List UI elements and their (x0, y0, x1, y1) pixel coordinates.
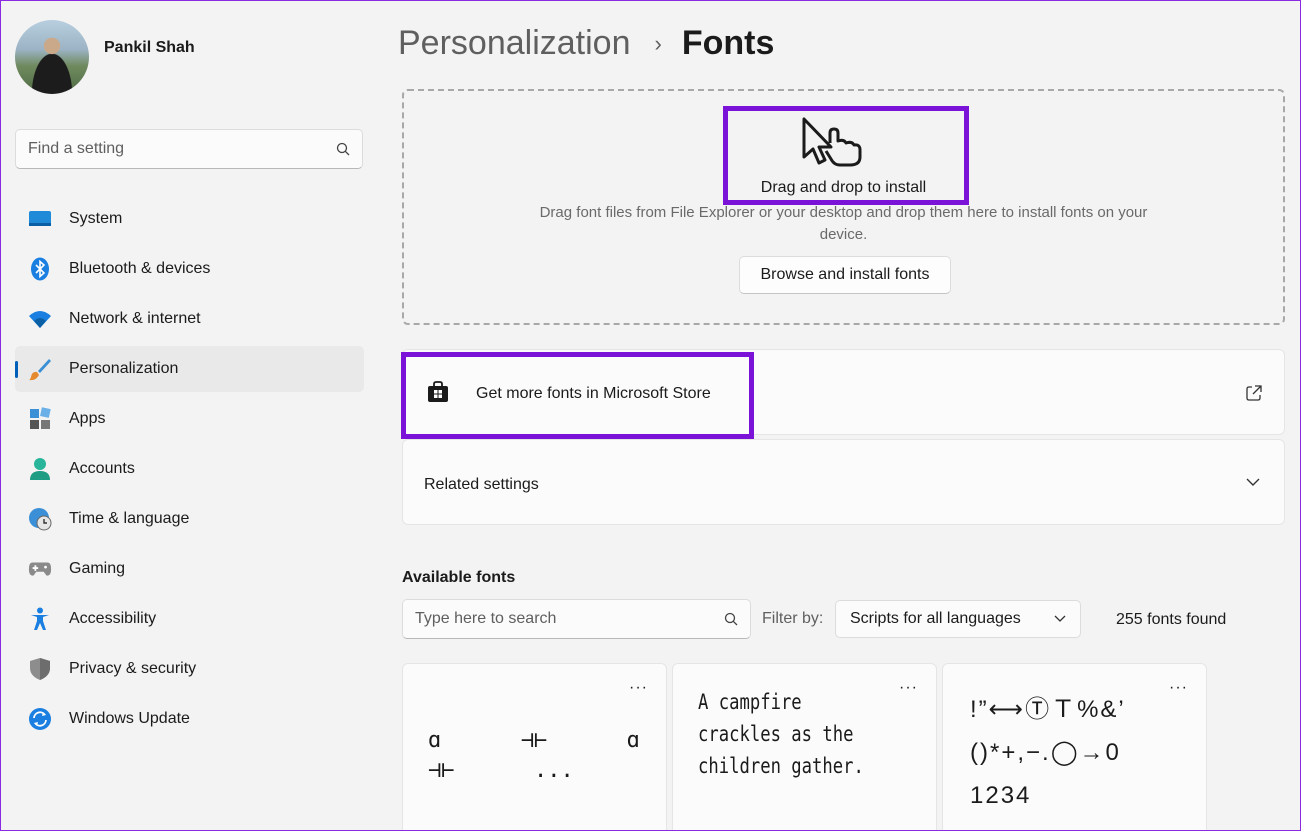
filter-label: Filter by: (762, 610, 824, 627)
search-icon (336, 142, 350, 156)
shield-icon (28, 657, 52, 681)
filter-value: Scripts for all languages (850, 610, 1021, 627)
sample-line: ɑ ⊣⊢ ɑ (428, 728, 640, 753)
sidebar-item-label: Time & language (69, 510, 190, 527)
font-sample: A campfire crackles as the children gath… (698, 690, 864, 778)
browse-install-fonts-button[interactable]: Browse and install fonts (739, 256, 951, 294)
profile[interactable]: Pankil Shah (15, 20, 195, 94)
sidebar-item-system[interactable]: System (15, 196, 364, 242)
brush-icon (28, 357, 52, 381)
search-icon (724, 612, 738, 626)
font-tile[interactable]: ··· !”⟷ⓉＴ%&’ ()*+,−.◯→0 1234 (942, 663, 1207, 831)
time-language-icon (28, 507, 52, 531)
sidebar-item-label: Bluetooth & devices (69, 260, 211, 277)
sidebar-nav: System Bluetooth & devices Network & int… (15, 196, 364, 746)
sidebar-item-label: Network & internet (69, 310, 201, 327)
find-setting-search[interactable]: Find a setting (15, 129, 363, 169)
accessibility-icon (28, 607, 52, 631)
update-icon (28, 707, 52, 731)
bluetooth-icon (28, 257, 52, 281)
sample-line: !”⟷ⓉＴ%&’ (970, 696, 1126, 723)
font-search-input[interactable]: Type here to search (402, 599, 751, 639)
related-settings-label: Related settings (424, 476, 539, 493)
sample-line: ⊣⊢ ... (428, 758, 574, 783)
fonts-count: 255 fonts found (1116, 611, 1227, 628)
sidebar-item-bluetooth[interactable]: Bluetooth & devices (15, 246, 364, 292)
sidebar-item-label: Gaming (69, 560, 126, 577)
sidebar-item-accounts[interactable]: Accounts (15, 446, 364, 492)
sidebar-item-windows-update[interactable]: Windows Update (15, 696, 364, 742)
search-placeholder: Find a setting (28, 140, 125, 157)
font-sample: !”⟷ⓉＴ%&’ ()*+,−.◯→0 1234 (970, 688, 1126, 817)
available-fonts-title: Available fonts (402, 569, 516, 586)
more-options-icon[interactable]: ··· (1169, 680, 1188, 696)
accounts-icon (28, 457, 52, 481)
sidebar-item-time-language[interactable]: Time & language (15, 496, 364, 542)
sidebar-item-accessibility[interactable]: Accessibility (15, 596, 364, 642)
sidebar-item-gaming[interactable]: Gaming (15, 546, 364, 592)
avatar[interactable] (15, 20, 89, 94)
wifi-icon (28, 307, 52, 331)
sidebar-item-label: Personalization (69, 360, 179, 377)
breadcrumb-separator: › (654, 30, 662, 56)
drop-title: Drag and drop to install (760, 179, 927, 196)
highlight-box-store (401, 352, 754, 439)
drop-description: Drag font files from File Explorer or yo… (539, 204, 1148, 243)
sidebar-item-privacy[interactable]: Privacy & security (15, 646, 364, 692)
breadcrumb: Personalization › Fonts (398, 24, 774, 63)
sidebar-item-network[interactable]: Network & internet (15, 296, 364, 342)
profile-name: Pankil Shah (104, 39, 195, 56)
sidebar-item-label: Accessibility (69, 610, 157, 627)
sidebar: Pankil Shah Find a setting System Blueto… (0, 0, 380, 831)
drag-hand-icon (802, 117, 862, 167)
sample-line: 1234 (970, 782, 1032, 809)
font-drop-zone[interactable]: Drag and drop to install Drag font files… (402, 89, 1285, 325)
font-search-placeholder: Type here to search (415, 610, 557, 627)
more-options-icon[interactable]: ··· (899, 680, 918, 696)
related-settings-card[interactable]: Related settings (402, 439, 1285, 525)
sidebar-item-apps[interactable]: Apps (15, 396, 364, 442)
gamepad-icon (28, 557, 52, 581)
sidebar-item-label: System (69, 210, 123, 227)
sidebar-item-label: Apps (69, 410, 106, 427)
system-icon (28, 207, 52, 231)
external-link-icon (1246, 385, 1262, 401)
more-options-icon[interactable]: ··· (629, 680, 648, 696)
sample-line: ()*+,−.◯→0 (970, 739, 1121, 766)
font-tile[interactable]: ··· A campfire crackles as the children … (672, 663, 937, 831)
font-tile[interactable]: ··· ɑ ⊣⊢ ɑ ⊣⊢ ... (402, 663, 667, 831)
page-title: Fonts (681, 24, 775, 62)
sidebar-item-personalization[interactable]: Personalization (15, 346, 364, 392)
sidebar-item-label: Privacy & security (69, 660, 197, 677)
font-sample: ɑ ⊣⊢ ɑ ⊣⊢ ... (428, 726, 640, 786)
breadcrumb-parent[interactable]: Personalization (398, 24, 630, 63)
chevron-down-icon (1246, 478, 1260, 486)
chevron-down-icon (1054, 615, 1066, 622)
apps-icon (28, 407, 52, 431)
sidebar-item-label: Windows Update (69, 710, 190, 727)
sidebar-item-label: Accounts (69, 460, 135, 477)
filter-dropdown[interactable]: Scripts for all languages (835, 600, 1081, 638)
